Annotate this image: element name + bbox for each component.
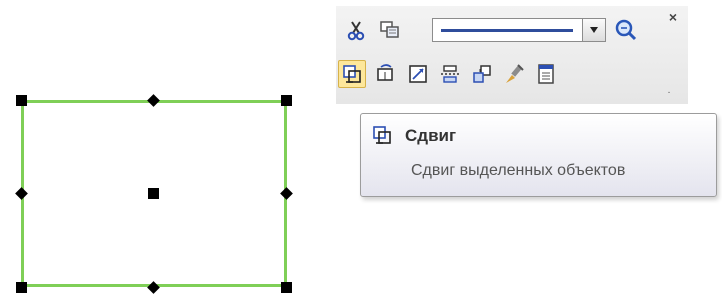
corner-handle-bottom-right[interactable] xyxy=(281,282,292,293)
scale-icon xyxy=(409,65,427,83)
drawing-canvas[interactable] xyxy=(0,0,340,302)
chevron-down-icon xyxy=(590,27,598,33)
rotate-icon xyxy=(377,64,393,81)
properties-button[interactable] xyxy=(532,60,560,88)
rotate-button[interactable] xyxy=(372,60,400,88)
copy-icon xyxy=(473,65,491,83)
zoom-button[interactable] xyxy=(612,16,640,44)
cut-button[interactable] xyxy=(342,16,370,44)
tooltip-description: Сдвиг выделенных объектов xyxy=(411,162,626,179)
copy-properties-button[interactable] xyxy=(376,16,404,44)
center-handle[interactable] xyxy=(148,188,159,199)
line-style-select[interactable] xyxy=(432,18,606,42)
line-style-dropdown-button[interactable] xyxy=(582,19,605,41)
line-style-sample xyxy=(441,29,573,32)
edit-toolbar: × . xyxy=(336,6,688,104)
corner-handle-top-right[interactable] xyxy=(281,95,292,106)
tooltip-title: Сдвиг xyxy=(405,126,457,145)
move-icon xyxy=(373,126,391,144)
copy-button[interactable] xyxy=(468,60,496,88)
tooltip: Сдвиг Сдвиг выделенных объектов xyxy=(360,113,717,197)
corner-handle-bottom-left[interactable] xyxy=(16,282,27,293)
scale-button[interactable] xyxy=(404,60,432,88)
copy-properties-icon xyxy=(380,21,399,38)
mirror-icon xyxy=(441,65,459,83)
format-brush-button[interactable] xyxy=(500,60,528,88)
move-icon xyxy=(343,65,361,83)
properties-icon xyxy=(538,64,554,84)
format-brush-icon xyxy=(506,64,524,83)
corner-handle-top-left[interactable] xyxy=(16,95,27,106)
toolbar-overflow-icon[interactable]: . xyxy=(664,86,674,96)
close-icon[interactable]: × xyxy=(666,10,680,24)
magnifier-icon xyxy=(615,19,637,41)
scissors-icon xyxy=(347,21,365,41)
mirror-button[interactable] xyxy=(436,60,464,88)
move-button[interactable] xyxy=(338,60,366,88)
